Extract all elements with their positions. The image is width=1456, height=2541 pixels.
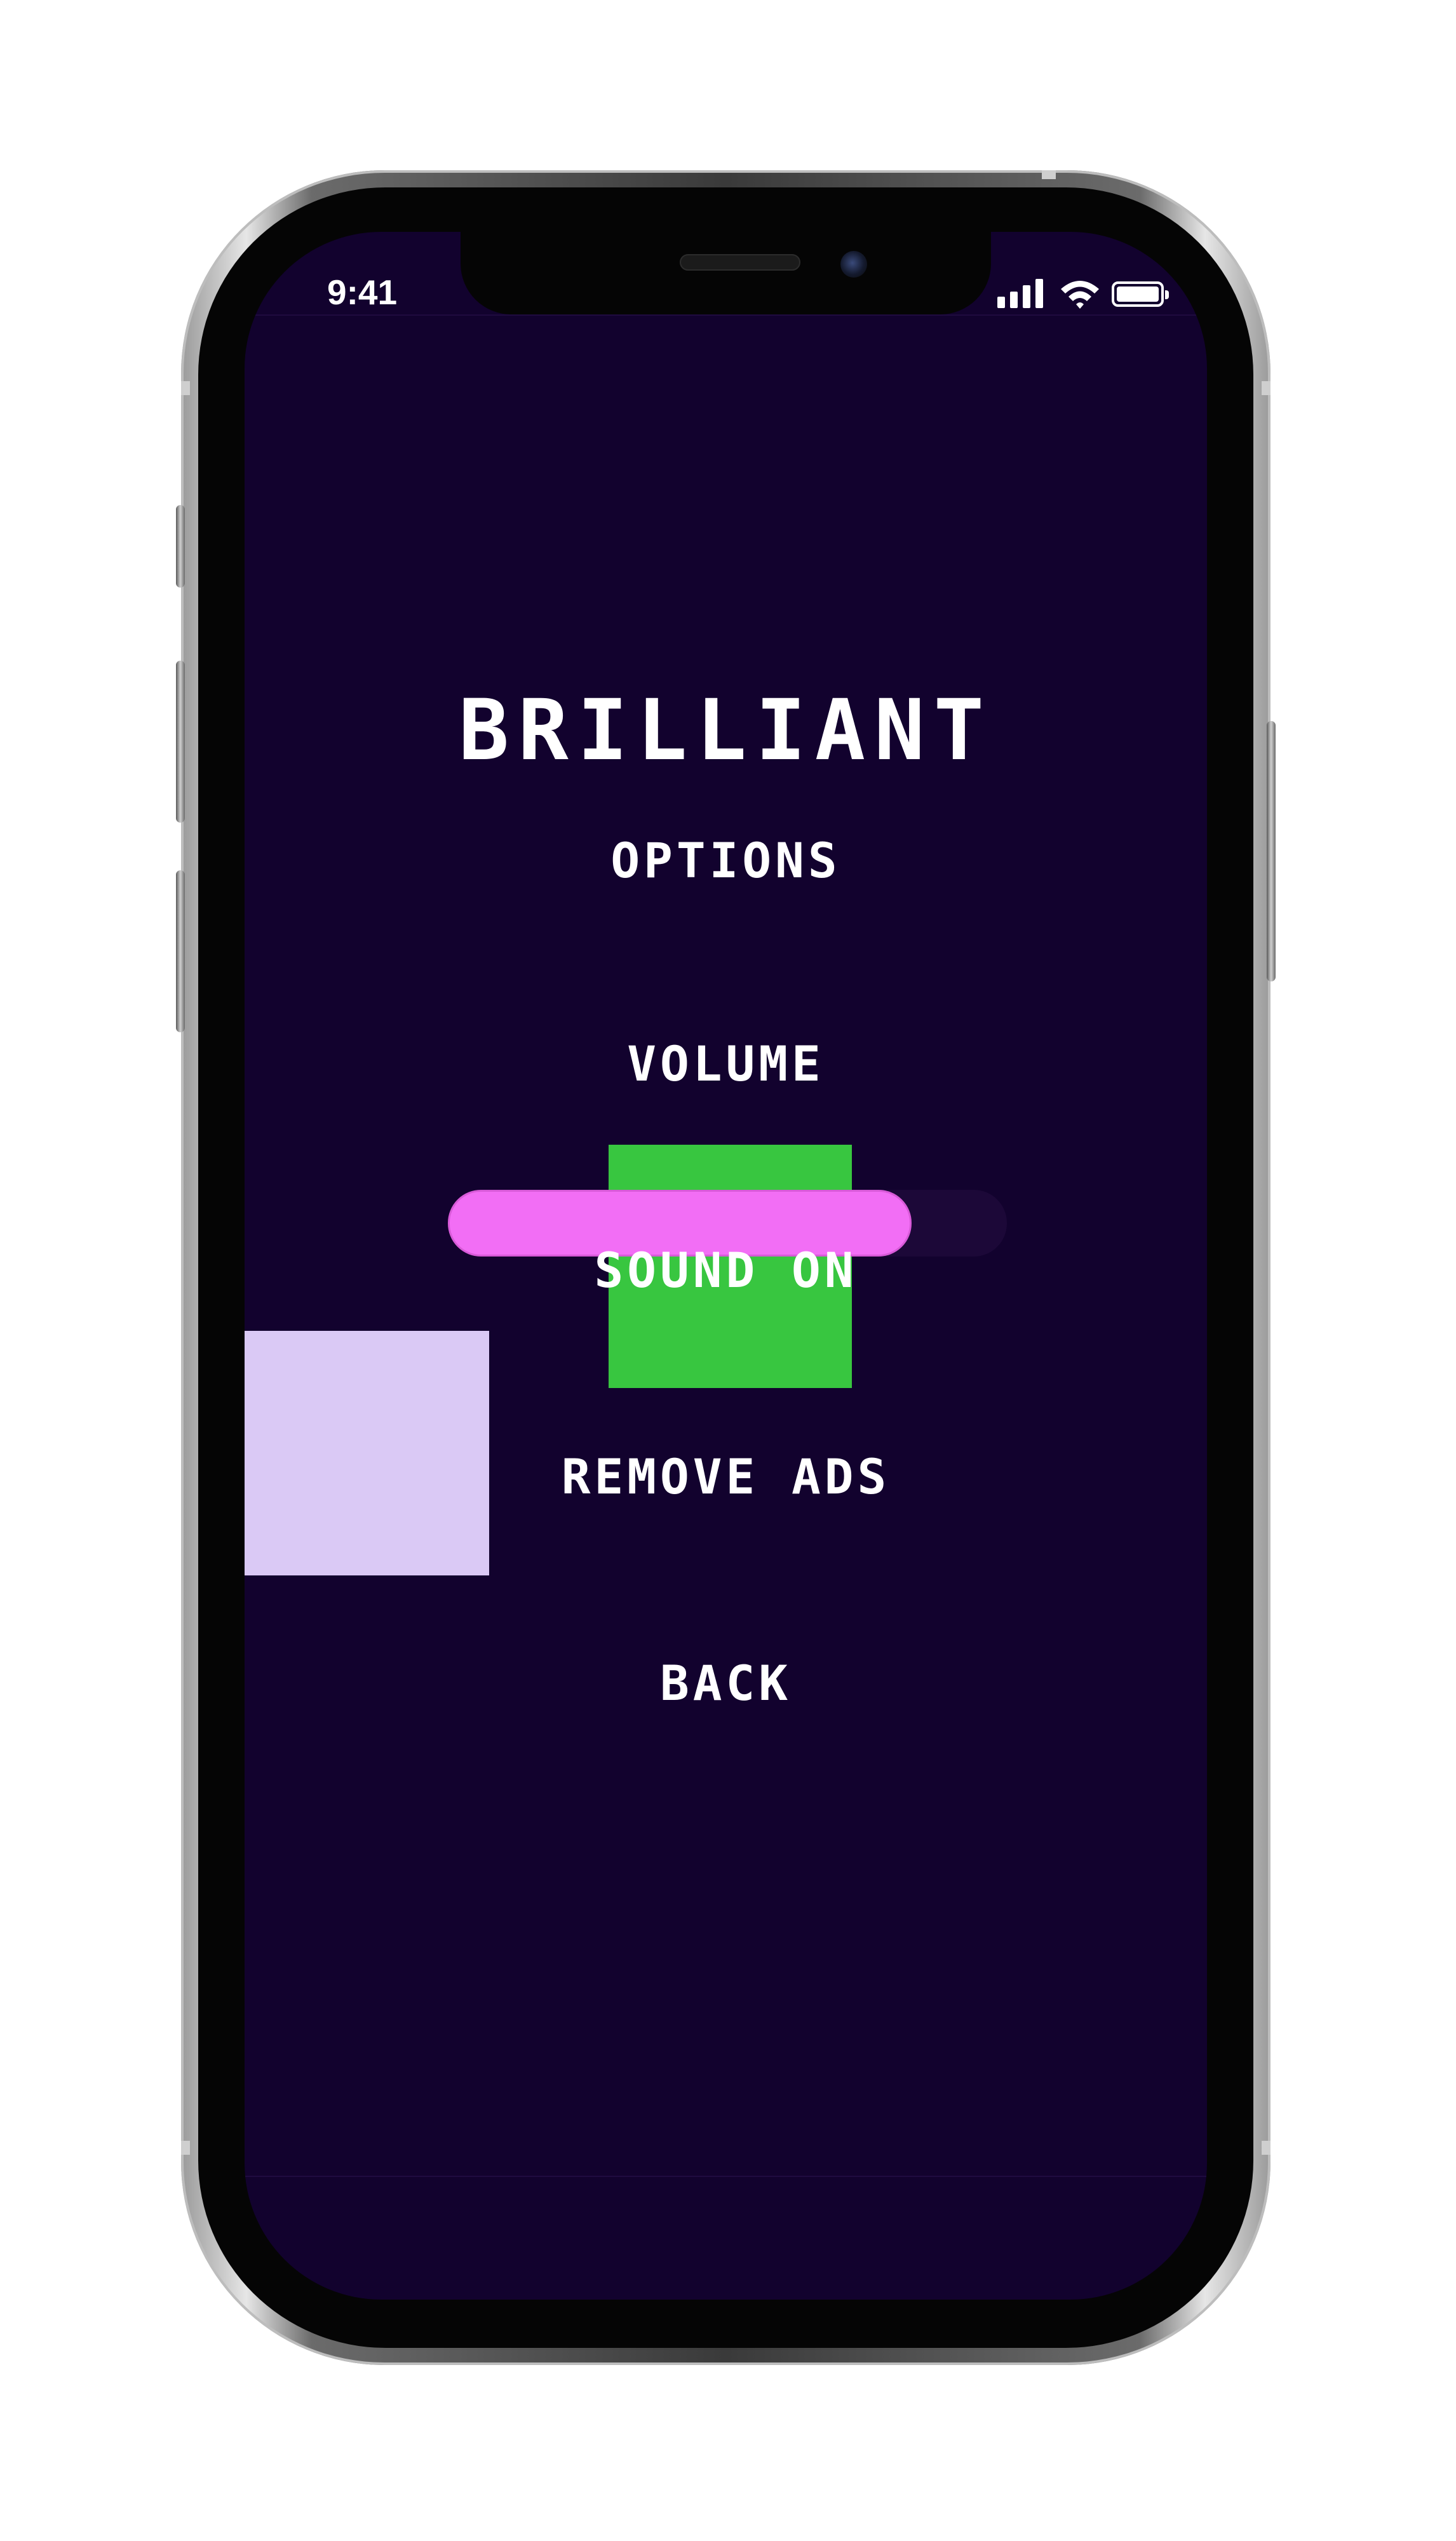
status-bar-divider [245, 314, 1207, 316]
home-indicator-divider [245, 2176, 1207, 2177]
back-button[interactable]: BACK [245, 1655, 1207, 1712]
notch [461, 232, 991, 314]
wifi-icon [1061, 281, 1099, 309]
volume-down-button [176, 870, 185, 1032]
cellular-signal-icon [997, 275, 1048, 313]
antenna-line [181, 2141, 190, 2155]
antenna-line [1262, 381, 1271, 395]
battery-icon [1112, 281, 1169, 307]
sound-toggle-button[interactable]: SOUND ON [245, 1242, 1207, 1299]
page: 9:41 BRILLIANT OPTIONS VOLUME SOUND ON R… [0, 0, 1456, 2541]
earpiece-speaker [680, 254, 800, 271]
phone-screen: 9:41 BRILLIANT OPTIONS VOLUME SOUND ON R… [245, 232, 1207, 2300]
status-time: 9:41 [327, 273, 398, 312]
volume-up-button [176, 661, 185, 823]
antenna-line [1262, 2141, 1271, 2155]
status-icons [997, 275, 1169, 313]
options-heading: OPTIONS [610, 832, 841, 889]
volume-label: VOLUME [627, 1035, 825, 1092]
game-title: BRILLIANT [458, 682, 994, 779]
antenna-line [1042, 170, 1056, 179]
front-camera-icon [840, 251, 867, 278]
power-button [1267, 721, 1276, 981]
silent-switch [176, 505, 185, 588]
antenna-line [181, 381, 190, 395]
remove-ads-button[interactable]: REMOVE ADS [245, 1448, 1207, 1506]
